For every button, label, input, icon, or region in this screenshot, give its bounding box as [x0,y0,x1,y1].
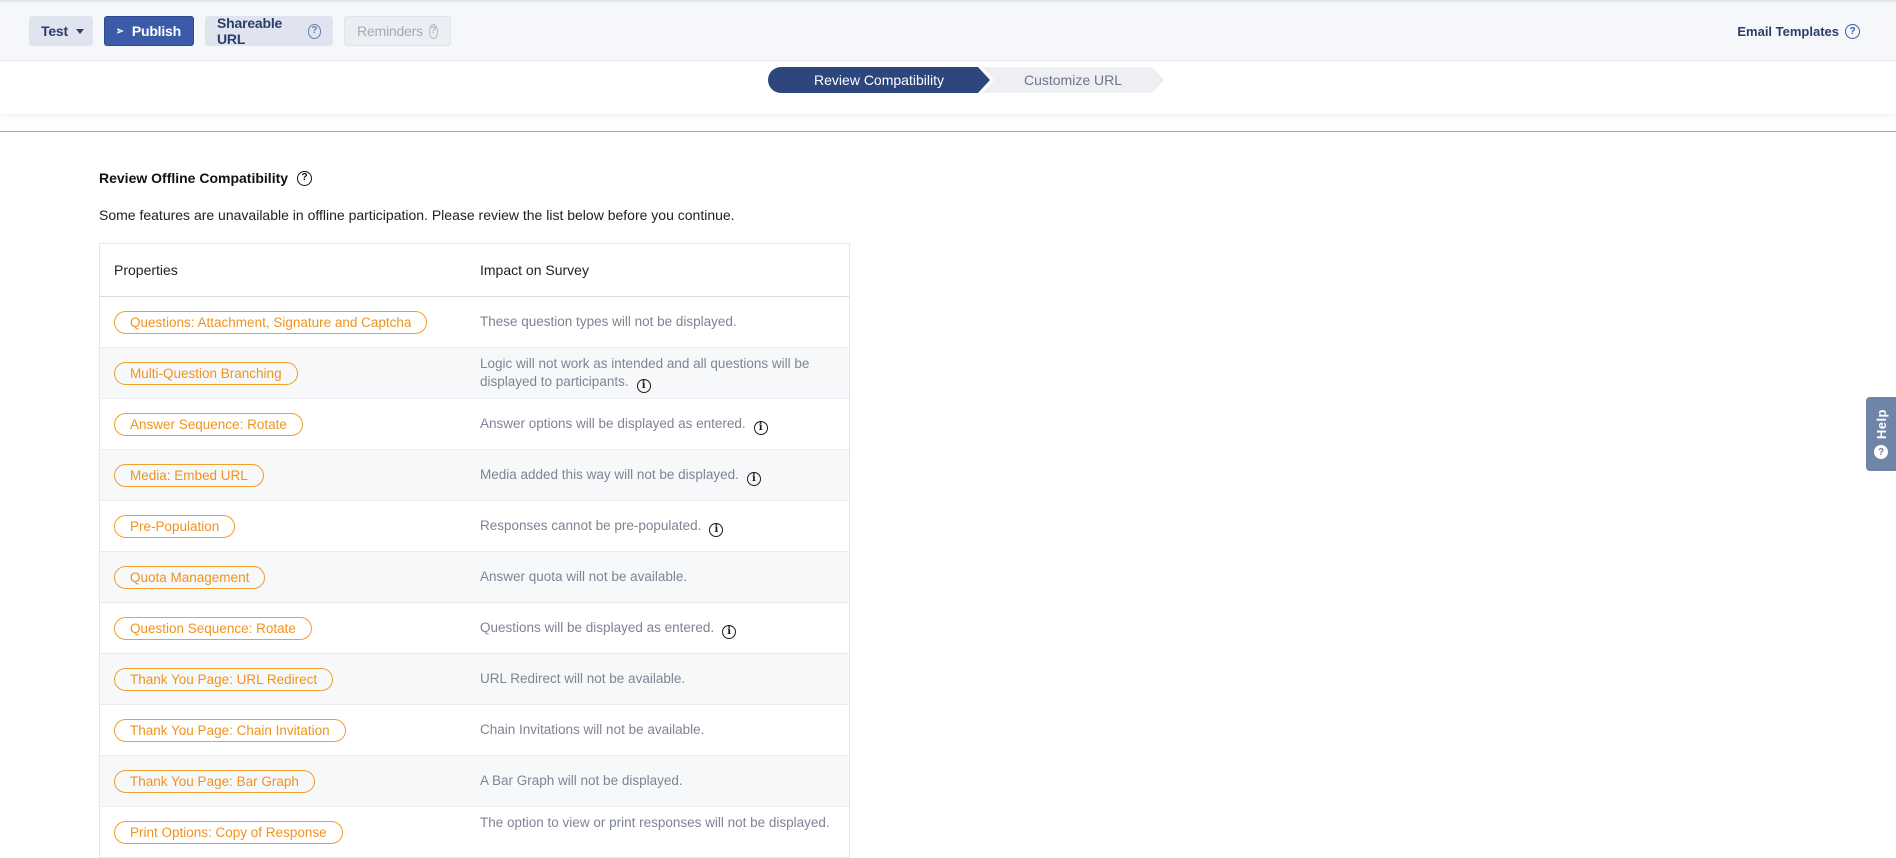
help-label: Help [1873,408,1889,440]
impact-label: Questions will be displayed as entered. [480,620,715,635]
publish-label: Publish [131,23,181,39]
table-row: Print Options: Copy of Response The opti… [100,807,849,858]
table-header: Properties Impact on Survey [100,244,849,297]
caret-down-icon [75,28,84,34]
impact-text: A Bar Graph will not be displayed. [480,772,835,790]
reminders-label: Reminders [357,23,423,39]
column-header-impact: Impact on Survey [480,262,589,278]
table-row: Thank You Page: URL Redirect URL Redirec… [100,654,849,705]
help-tab[interactable]: Help ? [1866,397,1896,471]
step-label: Review Compatibility [814,72,944,88]
table-row: Quota Management Answer quota will not b… [100,552,849,603]
reminders-button[interactable]: Reminders ? [344,16,451,46]
impact-text: Media added this way will not be display… [480,466,835,486]
property-pill[interactable]: Media: Embed URL [114,464,264,487]
test-dropdown-button[interactable]: Test [29,16,93,46]
help-question-icon: ? [1874,445,1888,460]
table-row: Question Sequence: Rotate Questions will… [100,603,849,654]
info-icon[interactable]: i [709,523,724,537]
table-row: Media: Embed URL Media added this way wi… [100,450,849,501]
column-header-properties: Properties [114,262,178,278]
table-row: Pre-Population Responses cannot be pre-p… [100,501,849,552]
info-icon[interactable]: i [753,421,768,435]
info-icon[interactable]: i [636,379,651,393]
impact-text: These question types will not be display… [480,313,835,331]
property-pill[interactable]: Pre-Population [114,515,236,538]
compatibility-table: Properties Impact on Survey Questions: A… [99,243,850,858]
step-label: Customize URL [1023,72,1123,88]
table-row: Thank You Page: Bar Graph A Bar Graph wi… [100,756,849,807]
impact-label: The option to view or print responses wi… [480,815,830,830]
table-row: Thank You Page: Chain Invitation Chain I… [100,705,849,756]
property-pill[interactable]: Multi-Question Branching [114,362,298,385]
step-review-compatibility[interactable]: Review Compatibility [768,67,990,93]
question-icon[interactable]: ? [307,23,321,39]
shareable-url-label: Shareable URL [217,15,283,47]
impact-text: Chain Invitations will not be available. [480,721,835,739]
impact-text: Logic will not work as intended and all … [480,355,835,393]
property-pill[interactable]: Thank You Page: Chain Invitation [114,719,346,742]
table-row: Multi-Question Branching Logic will not … [100,348,849,399]
info-icon[interactable]: i [746,472,761,486]
impact-text: The option to view or print responses wi… [480,814,835,832]
impact-label: URL Redirect will not be available. [480,671,686,686]
question-icon[interactable]: ? [1845,24,1860,39]
impact-label: A Bar Graph will not be displayed. [480,773,683,788]
top-toolbar: Test Publish Shareable URL ? Reminders ?… [0,0,1896,61]
impact-text: Answer quota will not be available. [480,568,835,586]
table-row: Answer Sequence: Rotate Answer options w… [100,399,849,450]
divider [0,131,1896,132]
property-pill[interactable]: Thank You Page: URL Redirect [114,668,334,691]
send-icon [117,28,124,34]
property-pill[interactable]: Quota Management [114,566,266,589]
shareable-url-button[interactable]: Shareable URL ? [205,15,333,47]
impact-text: Responses cannot be pre-populated. i [480,517,835,537]
impact-text: URL Redirect will not be available. [480,670,835,688]
impact-label: Answer quota will not be available. [480,569,688,584]
question-icon: ? [428,23,438,39]
test-label: Test [41,23,68,39]
email-templates-label: Email Templates [1737,24,1839,39]
property-pill[interactable]: Questions: Attachment, Signature and Cap… [114,311,428,334]
impact-label: Media added this way will not be display… [480,467,739,482]
step-customize-url[interactable]: Customize URL [982,67,1164,93]
wizard-steps: Review Compatibility Customize URL [0,62,1896,114]
impact-label: Answer options will be displayed as ente… [480,416,746,431]
section-title: Review Offline Compatibility ? [99,170,313,186]
impact-text: Answer options will be displayed as ente… [480,415,835,435]
info-icon[interactable]: i [722,625,737,639]
table-row: Questions: Attachment, Signature and Cap… [100,297,849,348]
impact-text: Questions will be displayed as entered. i [480,619,835,639]
publish-button[interactable]: Publish [104,16,194,46]
question-icon[interactable]: ? [297,170,313,186]
property-pill[interactable]: Print Options: Copy of Response [114,821,343,844]
property-pill[interactable]: Answer Sequence: Rotate [114,413,303,436]
property-pill[interactable]: Thank You Page: Bar Graph [114,770,315,793]
section-description: Some features are unavailable in offline… [99,207,735,223]
section-title-text: Review Offline Compatibility [99,170,289,186]
impact-label: These question types will not be display… [480,314,737,329]
impact-label: Chain Invitations will not be available. [480,722,705,737]
email-templates-link[interactable]: Email Templates ? [1737,24,1860,39]
property-pill[interactable]: Question Sequence: Rotate [114,617,312,640]
impact-label: Responses cannot be pre-populated. [480,518,702,533]
